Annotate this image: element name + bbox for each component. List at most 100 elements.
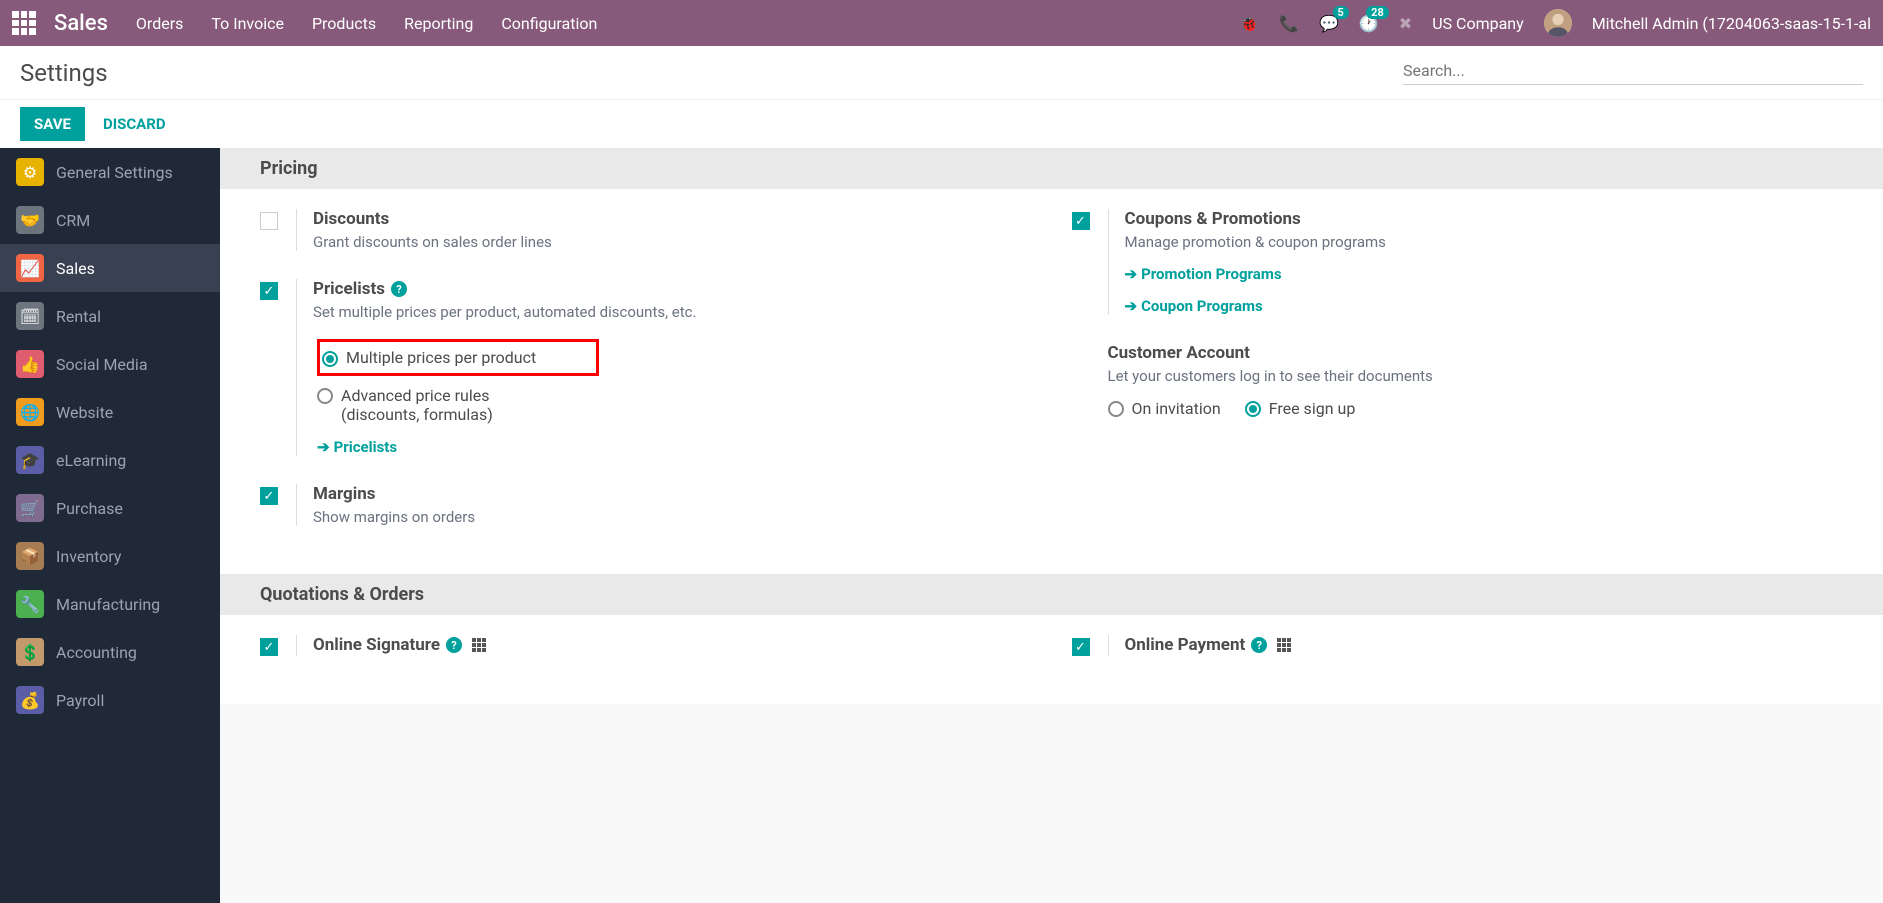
sidebar-item-website[interactable]: 🌐 Website: [0, 388, 220, 436]
sidebar-item-social-media[interactable]: 👍 Social Media: [0, 340, 220, 388]
online-signature-checkbox[interactable]: [260, 638, 278, 656]
sidebar-item-label: Rental: [56, 307, 101, 326]
discounts-title: Discounts: [313, 209, 1032, 229]
help-icon[interactable]: ?: [446, 637, 462, 653]
arrow-right-icon: ➔: [1125, 297, 1138, 315]
app-brand[interactable]: Sales: [54, 11, 108, 36]
sidebar-item-purchase[interactable]: 🛒 Purchase: [0, 484, 220, 532]
sidebar-item-general-settings[interactable]: ⚙General Settings: [0, 148, 220, 196]
radio-multiple-prices-label: Multiple prices per product: [346, 348, 536, 367]
nav-products[interactable]: Products: [312, 14, 376, 33]
sales-icon: 📈: [16, 254, 44, 282]
customer-account-desc: Let your customers log in to see their d…: [1108, 367, 1844, 385]
sidebar-item-rental[interactable]: 🗓 Rental: [0, 292, 220, 340]
arrow-right-icon: ➔: [1125, 265, 1138, 283]
sidebar-item-label: Accounting: [56, 643, 137, 662]
nav-configuration[interactable]: Configuration: [501, 14, 597, 33]
sidebar-item-label: Manufacturing: [56, 595, 160, 614]
sidebar-item-label: Website: [56, 403, 113, 422]
page-title: Settings: [20, 59, 108, 87]
payroll-icon: 💰: [16, 686, 44, 714]
nav-reporting[interactable]: Reporting: [404, 14, 473, 33]
online-payment-title: Online Payment: [1125, 635, 1246, 655]
pricelists-title: Pricelists: [313, 279, 385, 299]
margins-desc: Show margins on orders: [313, 508, 1032, 526]
section-pricing-header: Pricing: [220, 148, 1883, 189]
message-badge: 5: [1333, 6, 1349, 19]
sidebar-item-label: eLearning: [56, 451, 126, 470]
promotion-programs-link[interactable]: ➔Promotion Programs: [1125, 265, 1844, 283]
sidebar-item-elearning[interactable]: 🎓 eLearning: [0, 436, 220, 484]
apps-menu-icon[interactable]: [12, 11, 36, 35]
pricelists-desc: Set multiple prices per product, automat…: [313, 303, 1032, 321]
messaging-icon[interactable]: 💬5: [1319, 14, 1339, 33]
action-bar: SAVE DISCARD: [0, 100, 1883, 148]
coupons-title: Coupons & Promotions: [1125, 209, 1844, 229]
radio-on-invitation[interactable]: [1108, 401, 1124, 417]
sidebar-item-manufacturing[interactable]: 🔧 Manufacturing: [0, 580, 220, 628]
sidebar-item-label: Inventory: [56, 547, 122, 566]
search-container: [1403, 61, 1863, 85]
search-input[interactable]: [1403, 61, 1863, 80]
sidebar-item-accounting[interactable]: 💲 Accounting: [0, 628, 220, 676]
discounts-desc: Grant discounts on sales order lines: [313, 233, 1032, 251]
sidebar-item-payroll[interactable]: 💰 Payroll: [0, 676, 220, 724]
company-selector[interactable]: US Company: [1432, 14, 1524, 33]
radio-multiple-prices[interactable]: [322, 351, 338, 367]
radio-advanced-rules-label1: Advanced price rules: [341, 386, 493, 405]
activities-icon[interactable]: 🕐28: [1359, 14, 1379, 33]
radio-free-signup[interactable]: [1245, 401, 1261, 417]
user-name[interactable]: Mitchell Admin (17204063-saas-15-1-al: [1592, 14, 1871, 33]
nav-to-invoice[interactable]: To Invoice: [211, 14, 284, 33]
sidebar-item-inventory[interactable]: 📦 Inventory: [0, 532, 220, 580]
margins-checkbox[interactable]: [260, 487, 278, 505]
arrow-right-icon: ➔: [317, 438, 330, 456]
purchase-icon: 🛒: [16, 494, 44, 522]
section-quotations-header: Quotations & Orders: [220, 574, 1883, 615]
sidebar-item-label: Payroll: [56, 691, 104, 710]
rental-icon: 🗓: [16, 302, 44, 330]
radio-advanced-rules[interactable]: [317, 388, 333, 404]
bug-icon[interactable]: 🐞: [1239, 14, 1259, 33]
company-grid-icon[interactable]: [472, 638, 486, 652]
pricelists-link[interactable]: ➔ Pricelists: [317, 438, 1032, 456]
social-media-icon: 👍: [16, 350, 44, 378]
settings-content: Pricing Discounts Grant discounts on sal…: [220, 148, 1883, 903]
sidebar-item-sales[interactable]: 📈 Sales: [0, 244, 220, 292]
online-payment-checkbox[interactable]: [1072, 638, 1090, 656]
sidebar-item-label: Purchase: [56, 499, 123, 518]
breadcrumb-bar: Settings: [0, 46, 1883, 100]
radio-advanced-rules-label2: (discounts, formulas): [341, 405, 493, 424]
tools-icon[interactable]: ✖: [1399, 14, 1412, 33]
save-button[interactable]: SAVE: [20, 107, 85, 141]
user-avatar[interactable]: [1544, 9, 1572, 37]
sidebar-item-label: Sales: [56, 259, 95, 278]
accounting-icon: 💲: [16, 638, 44, 666]
company-grid-icon[interactable]: [1277, 638, 1291, 652]
general-settings-icon: ⚙: [16, 158, 44, 186]
radio-on-invitation-label: On invitation: [1132, 399, 1221, 418]
phone-icon[interactable]: 📞: [1279, 14, 1299, 33]
help-icon[interactable]: ?: [1251, 637, 1267, 653]
website-icon: 🌐: [16, 398, 44, 426]
customer-account-title: Customer Account: [1108, 343, 1844, 363]
help-icon[interactable]: ?: [391, 281, 407, 297]
inventory-icon: 📦: [16, 542, 44, 570]
discard-button[interactable]: DISCARD: [103, 115, 166, 133]
sidebar-item-crm[interactable]: 🤝CRM: [0, 196, 220, 244]
pricelists-checkbox[interactable]: [260, 282, 278, 300]
sidebar-item-label: Social Media: [56, 355, 148, 374]
elearning-icon: 🎓: [16, 446, 44, 474]
discounts-checkbox[interactable]: [260, 212, 278, 230]
radio-free-signup-label: Free sign up: [1269, 399, 1356, 418]
top-navbar: Sales Orders To Invoice Products Reporti…: [0, 0, 1883, 46]
coupon-programs-link[interactable]: ➔Coupon Programs: [1125, 297, 1844, 315]
manufacturing-icon: 🔧: [16, 590, 44, 618]
coupons-checkbox[interactable]: [1072, 212, 1090, 230]
nav-orders[interactable]: Orders: [136, 14, 183, 33]
settings-sidebar: ⚙General Settings🤝CRM 📈 Sales 🗓 Rental 👍 Socia…: [0, 148, 220, 903]
sidebar-item-label: CRM: [56, 211, 90, 230]
highlighted-option: Multiple prices per product: [317, 339, 599, 376]
activity-badge: 28: [1366, 6, 1389, 19]
online-signature-title: Online Signature: [313, 635, 440, 655]
